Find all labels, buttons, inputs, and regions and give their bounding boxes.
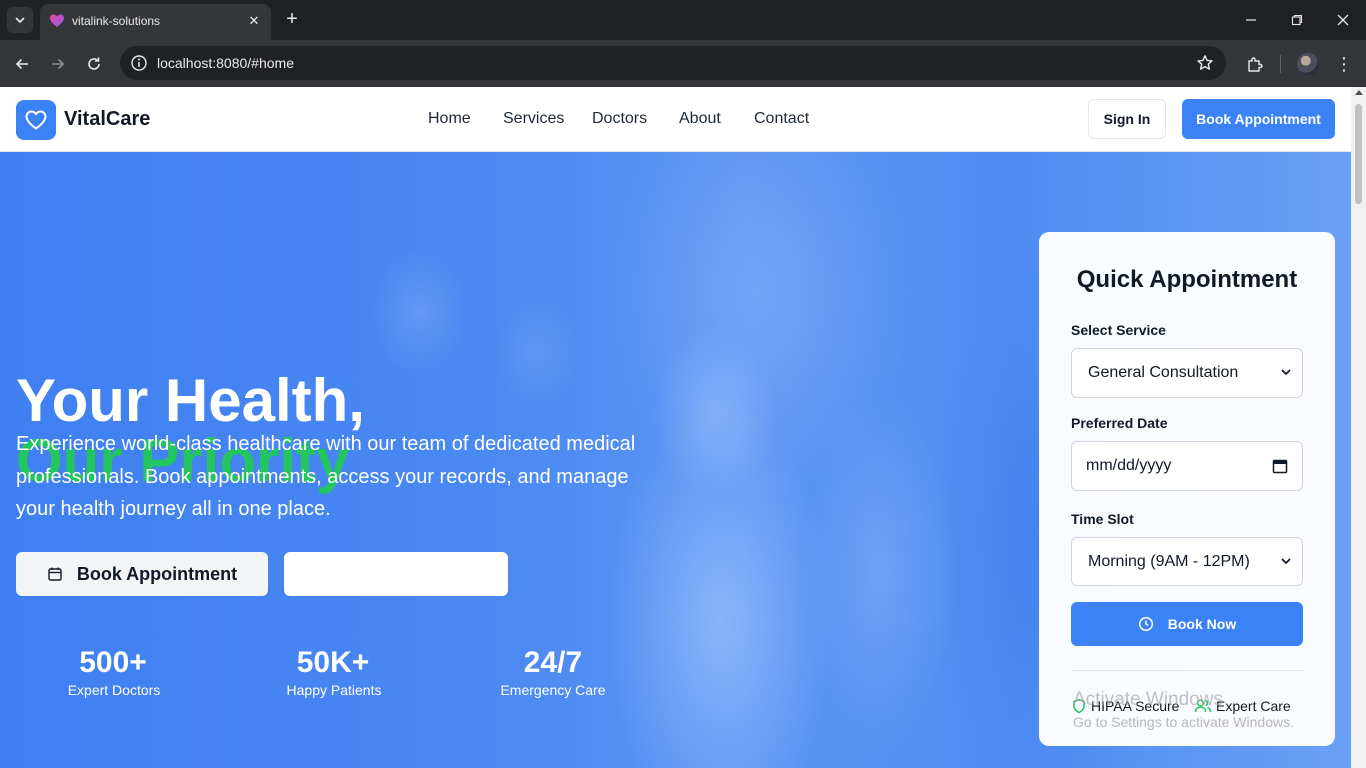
page-scrollbar[interactable] [1351, 87, 1366, 768]
card-title: Quick Appointment [1076, 266, 1298, 293]
extensions-puzzle-icon[interactable] [1243, 52, 1267, 76]
clock-icon [1138, 616, 1153, 632]
brand-heart-icon[interactable] [16, 100, 56, 140]
nav-contact[interactable]: Contact [754, 110, 809, 128]
window-close-icon[interactable] [1329, 6, 1357, 34]
service-value: General Consultation [1088, 364, 1239, 381]
toolbar-separator [1280, 55, 1281, 73]
chevron-down-icon [1281, 558, 1291, 565]
tab-title: vitalink-solutions [72, 14, 161, 28]
browser-tab-active[interactable]: vitalink-solutions ✕ [40, 4, 271, 40]
book-now-button[interactable]: Book Now [1071, 602, 1303, 646]
service-label: Select Service [1071, 322, 1166, 338]
stat-emergency-label: Emergency Care [500, 682, 606, 698]
stat-patients-value: 50K+ [296, 646, 370, 679]
tab-search-chevron-icon[interactable] [7, 7, 33, 33]
site-info-icon[interactable] [130, 54, 148, 72]
windows-activation-subtitle: Go to Settings to activate Windows. [1073, 714, 1294, 730]
bookmark-star-icon[interactable] [1196, 54, 1214, 72]
chevron-down-icon [1281, 369, 1291, 376]
nav-home[interactable]: Home [428, 110, 471, 128]
forward-arrow-icon[interactable] [44, 50, 72, 78]
hero-description: Experience world-class healthcare with o… [16, 433, 636, 520]
address-bar[interactable]: localhost:8080/#home [120, 46, 1226, 80]
time-value: Morning (9AM - 12PM) [1088, 553, 1250, 570]
nav-about[interactable]: About [679, 110, 721, 128]
hero-secondary-button[interactable] [284, 552, 508, 596]
scroll-up-arrow-icon[interactable] [1355, 90, 1363, 95]
profile-avatar[interactable] [1297, 53, 1319, 75]
hero-section: Your Health, Our Priority Experience wor… [0, 152, 1351, 768]
nav-doctors[interactable]: Doctors [592, 110, 647, 128]
browser-tab-bar: vitalink-solutions ✕ + [0, 0, 1366, 40]
service-select[interactable]: General Consultation [1071, 348, 1303, 398]
sign-in-button[interactable]: Sign In [1088, 99, 1166, 139]
browser-toolbar: localhost:8080/#home ⋮ [0, 40, 1366, 87]
time-select[interactable]: Morning (9AM - 12PM) [1071, 537, 1303, 586]
new-tab-plus-icon[interactable]: + [281, 8, 303, 30]
brand-name[interactable]: VitalCare [64, 108, 150, 131]
stat-doctors-value: 500+ [79, 646, 147, 679]
window-minimize-icon[interactable] [1237, 6, 1265, 34]
heart-favicon-icon [50, 14, 64, 27]
nav-services[interactable]: Services [503, 110, 564, 128]
page-viewport: VitalCare Home Services Doctors About Co… [0, 87, 1351, 768]
calendar-picker-icon[interactable] [1272, 458, 1288, 474]
stat-doctors-label: Expert Doctors [67, 682, 161, 698]
browser-menu-icon[interactable]: ⋮ [1334, 52, 1354, 76]
back-arrow-icon[interactable] [8, 50, 36, 78]
hero-book-appointment-label: Book Appointment [76, 563, 238, 584]
site-header: VitalCare Home Services Doctors About Co… [0, 87, 1351, 152]
expert-care-badge-label: Expert Care [1216, 698, 1291, 714]
hero-book-appointment-button[interactable]: Book Appointment [16, 552, 268, 596]
window-restore-icon[interactable] [1283, 6, 1311, 34]
reload-icon[interactable] [80, 50, 108, 78]
hero-title-line1: Your Health, [16, 367, 365, 434]
time-label: Time Slot [1071, 511, 1134, 527]
quick-appointment-card: Quick Appointment Select Service General… [1039, 232, 1335, 746]
header-book-appointment-button[interactable]: Book Appointment [1182, 99, 1335, 139]
tab-close-icon[interactable]: ✕ [245, 12, 263, 30]
stat-emergency-value: 24/7 [523, 646, 583, 679]
date-input[interactable]: mm/dd/yyyy [1071, 441, 1303, 491]
date-placeholder: mm/dd/yyyy [1086, 457, 1172, 474]
stat-patients-label: Happy Patients [286, 682, 382, 698]
scrollbar-thumb[interactable] [1355, 104, 1362, 204]
book-now-label: Book Now [1167, 616, 1237, 632]
windows-activation-title: Activate Windows [1073, 689, 1223, 710]
date-label: Preferred Date [1071, 415, 1168, 431]
calendar-icon [48, 567, 62, 581]
card-divider [1071, 670, 1303, 671]
url-text[interactable]: localhost:8080/#home [157, 55, 294, 71]
